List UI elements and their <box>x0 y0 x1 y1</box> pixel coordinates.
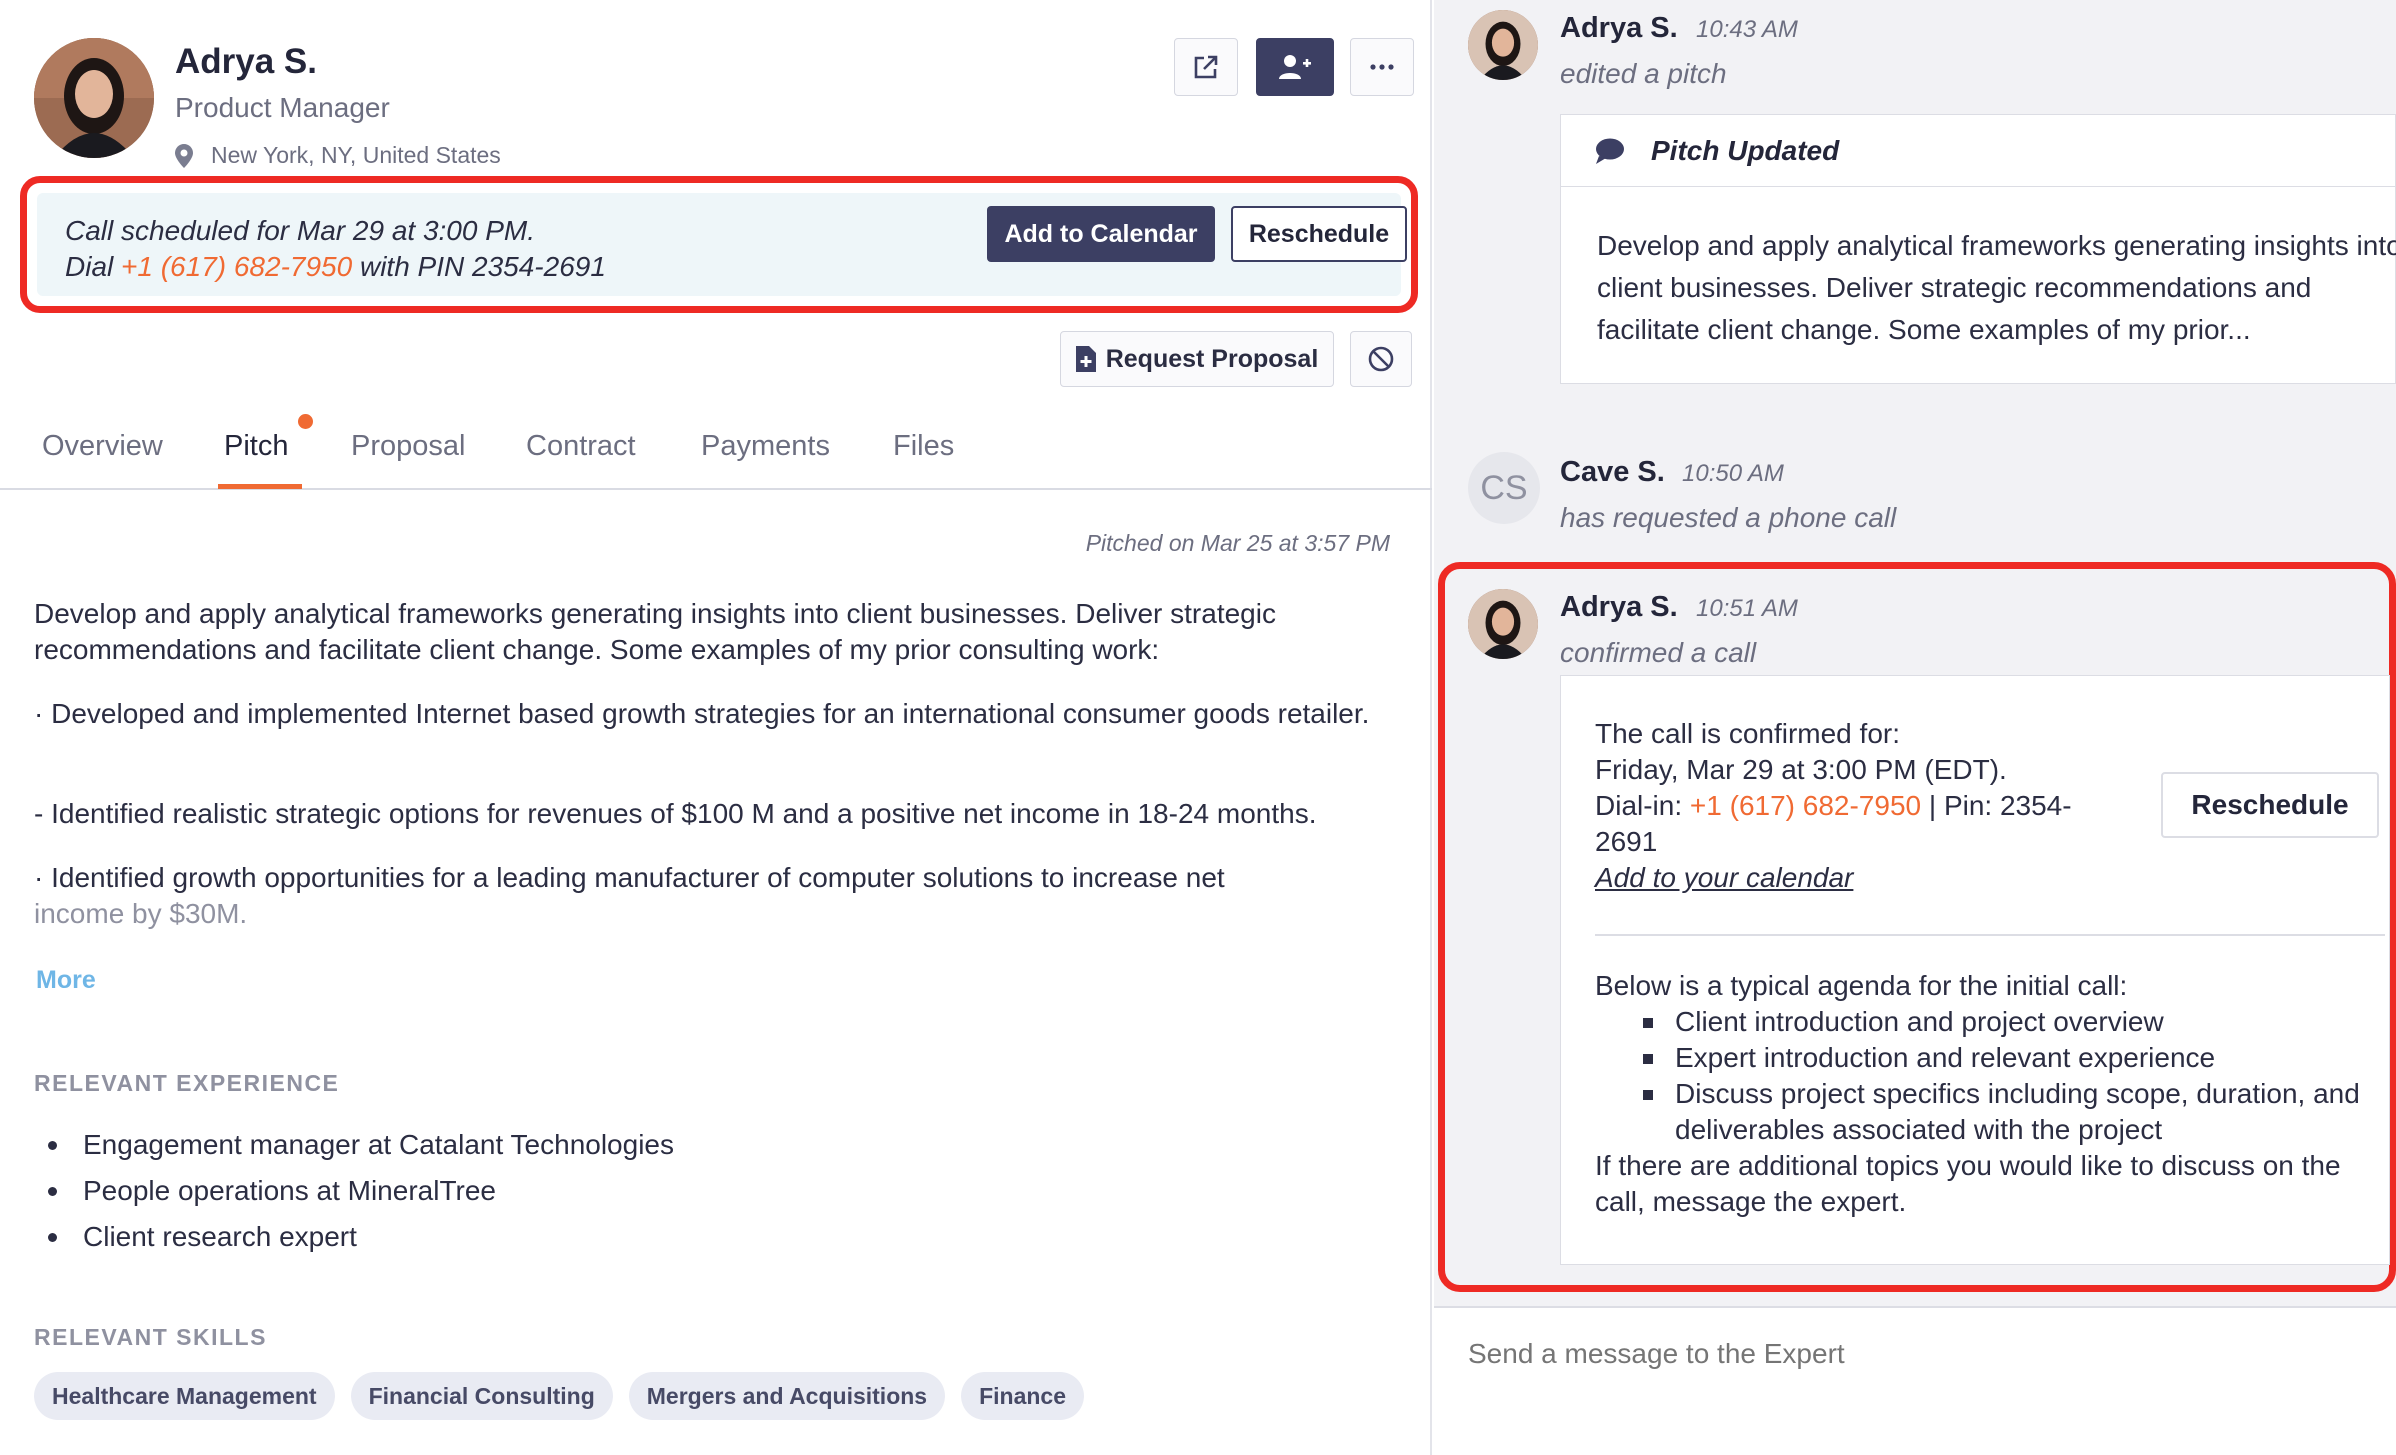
pitch-paragraph: - Identified realistic strategic options… <box>34 798 1317 829</box>
agenda-outro: If there are additional topics you would… <box>1595 1150 2341 1217</box>
pitch-paragraph: · Identified growth opportunities for a … <box>34 860 1394 932</box>
expert-location: New York, NY, United States <box>175 142 501 169</box>
expert-profile-pane: Adrya S. Product Manager New York, NY, U… <box>0 0 1432 1455</box>
dial-in-label: Dial-in: <box>1595 790 1690 821</box>
avatar-initials: CS <box>1468 452 1540 524</box>
sender-name: Adrya S. <box>1560 12 1678 44</box>
list-item: Expert introduction and relevant experie… <box>1643 1040 2395 1076</box>
skill-tag: Finance <box>961 1372 1084 1420</box>
experience-list: Engagement manager at Catalant Technolog… <box>48 1122 674 1260</box>
phone-link[interactable]: +1 (617) 682-7950 <box>1690 790 1921 821</box>
relevant-skills-heading: RELEVANT SKILLS <box>34 1324 267 1350</box>
avatar <box>34 38 154 158</box>
message-timestamp: 10:51 AM <box>1696 595 1798 622</box>
pitched-on-timestamp: Pitched on Mar 25 at 3:57 PM <box>1085 530 1390 556</box>
confirmed-for-label: The call is confirmed for: <box>1595 718 1900 749</box>
activity-feed-pane: Adrya S. 10:43 AM edited a pitch Pitch U… <box>1434 0 2396 1455</box>
expert-name: Adrya S. <box>175 42 317 81</box>
expert-role: Product Manager <box>175 92 390 123</box>
avatar <box>1468 589 1538 659</box>
location-text: New York, NY, United States <box>211 142 501 168</box>
call-datetime: Friday, Mar 29 at 3:00 PM (EDT). <box>1595 754 2007 785</box>
tab-pitch[interactable]: Pitch <box>224 430 288 463</box>
call-details: The call is confirmed for: Friday, Mar 2… <box>1595 716 2115 896</box>
chat-bubble-icon <box>1596 138 1624 164</box>
relevant-experience-heading: RELEVANT EXPERIENCE <box>34 1070 340 1096</box>
agenda-list: Client introduction and project overview… <box>1643 1004 2395 1148</box>
list-item: Client introduction and project overview <box>1643 1004 2395 1040</box>
call-confirmed-card: The call is confirmed for: Friday, Mar 2… <box>1560 675 2390 1265</box>
notification-dot <box>298 414 313 429</box>
tab-payments[interactable]: Payments <box>701 430 830 463</box>
request-proposal-label: Request Proposal <box>1105 344 1319 373</box>
dial-in-line: Dial-in: +1 (617) 682-7950 | Pin: 2354-2… <box>1595 788 2115 860</box>
open-external-button[interactable] <box>1174 38 1238 96</box>
message-action: edited a pitch <box>1560 58 1727 89</box>
agenda-intro: Below is a typical agenda for the initia… <box>1595 970 2128 1001</box>
tab-files[interactable]: Files <box>893 430 954 463</box>
call-scheduled-text: Call scheduled for Mar 29 at 3:00 PM. <box>65 215 536 246</box>
tab-proposal[interactable]: Proposal <box>351 430 465 463</box>
skills-list: Healthcare Management Financial Consulti… <box>34 1372 1084 1420</box>
list-item: Engagement manager at Catalant Technolog… <box>48 1122 674 1168</box>
message-timestamp: 10:50 AM <box>1682 460 1784 487</box>
reschedule-button[interactable]: Reschedule <box>2161 772 2379 838</box>
skill-tag: Mergers and Acquisitions <box>628 1372 946 1420</box>
block-icon <box>1368 346 1394 372</box>
phone-link[interactable]: +1 (617) 682-7950 <box>121 251 352 282</box>
add-to-calendar-link[interactable]: Add to your calendar <box>1595 860 2115 896</box>
message-action: confirmed a call <box>1560 637 1757 668</box>
list-item: Client research expert <box>48 1214 674 1260</box>
message-action: has requested a phone call <box>1560 502 1897 533</box>
avatar <box>1468 10 1538 80</box>
active-tab-indicator <box>218 484 302 489</box>
agenda: Below is a typical agenda for the initia… <box>1595 968 2395 1220</box>
more-link[interactable]: More <box>36 966 96 995</box>
pitch-paragraph: Develop and apply analytical frameworks … <box>34 598 1276 665</box>
call-scheduled-banner: Call scheduled for Mar 29 at 3:00 PM. Di… <box>20 176 1418 313</box>
message-timestamp: 10:43 AM <box>1696 16 1798 43</box>
sender-name: Adrya S. <box>1560 591 1678 623</box>
decline-button[interactable] <box>1350 331 1412 387</box>
document-plus-icon <box>1075 346 1096 372</box>
message-composer <box>1434 1306 2396 1455</box>
dial-in-text: Dial +1 (617) 682-7950 with PIN 2354-269… <box>65 251 606 283</box>
card-title: Pitch Updated <box>1651 134 1840 166</box>
tab-contract[interactable]: Contract <box>526 430 636 463</box>
divider <box>1595 934 2385 936</box>
card-header: Pitch Updated <box>1561 115 2395 187</box>
tab-overview[interactable]: Overview <box>42 430 163 463</box>
location-pin-icon <box>175 143 193 168</box>
add-user-icon <box>1279 55 1311 79</box>
external-link-icon <box>1194 55 1218 79</box>
tab-bar: Overview Pitch Proposal Contract Payment… <box>0 410 1432 490</box>
card-body: Develop and apply analytical frameworks … <box>1597 230 2396 345</box>
message-input[interactable] <box>1468 1338 2348 1370</box>
list-item: Discuss project specifics including scop… <box>1643 1076 2395 1148</box>
pitch-paragraph: · Developed and implemented Internet bas… <box>34 698 1370 729</box>
pin-text: with PIN 2354-2691 <box>352 251 606 282</box>
reschedule-button[interactable]: Reschedule <box>1231 206 1407 262</box>
pitch-line: · Identified growth opportunities for a … <box>34 862 1225 893</box>
pitch-updated-card: Pitch Updated Develop and apply analytic… <box>1560 114 2396 384</box>
skill-tag: Financial Consulting <box>350 1372 613 1420</box>
call-confirmed-message: Adrya S. 10:51 AM confirmed a call The c… <box>1438 562 2396 1292</box>
dial-prefix: Dial <box>65 251 122 282</box>
list-item: People operations at MineralTree <box>48 1168 674 1214</box>
sender-name: Cave S. <box>1560 456 1665 488</box>
request-proposal-button[interactable]: Request Proposal <box>1060 331 1334 387</box>
add-user-button[interactable] <box>1256 38 1334 96</box>
more-options-button[interactable] <box>1350 38 1414 96</box>
add-to-calendar-button[interactable]: Add to Calendar <box>987 206 1215 262</box>
pitch-line-faded: income by $30M. <box>34 898 248 929</box>
skill-tag: Healthcare Management <box>34 1372 335 1420</box>
more-icon <box>1370 64 1394 70</box>
